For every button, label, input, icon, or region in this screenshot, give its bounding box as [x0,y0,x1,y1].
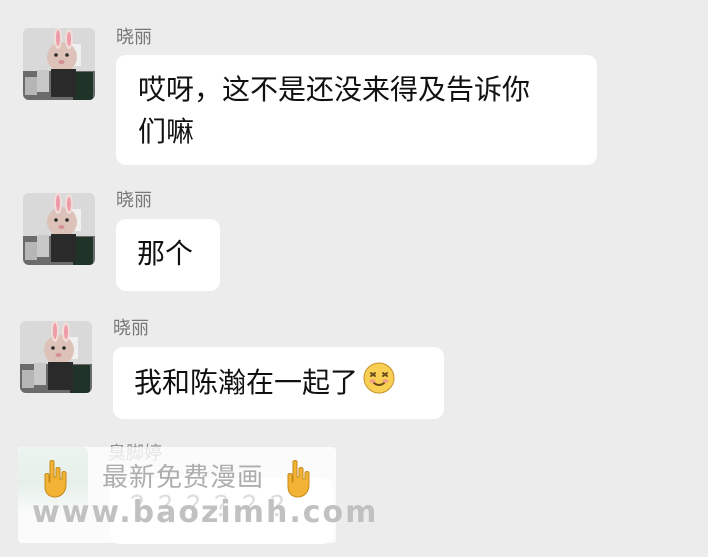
sender-name: 晓丽 [113,318,149,339]
chat-window: 晓丽 哎呀，这不是还没来得及告诉你 们嘛 晓丽 那个 晓丽 我和陈瀚在一起了 最… [0,0,708,557]
message-text: 我和陈瀚在一起了 [134,366,359,399]
message-bubble[interactable]: 那个 [116,219,220,291]
avatar[interactable] [23,28,95,100]
message-text-line: 们嘛 [138,115,195,148]
message-text-line: 那个 [137,237,194,270]
message-text-line: 哎呀，这不是还没来得及告诉你 [138,73,531,106]
message-bubble[interactable]: 我和陈瀚在一起了 [113,347,444,419]
watermark: 最新免费漫画 www.baozimh.com [18,447,376,543]
embarrassed-face-icon [362,361,396,407]
pointing-down-hand-icon [281,459,311,499]
watermark-url: www.baozimh.com [32,495,379,530]
message-bubble[interactable]: 哎呀，这不是还没来得及告诉你 们嘛 [116,55,597,165]
avatar[interactable] [20,321,92,393]
sender-name: 晓丽 [116,27,152,48]
sender-name: 晓丽 [116,190,152,211]
pointing-down-hand-icon [38,459,68,499]
avatar[interactable] [23,193,95,265]
watermark-title: 最新免费漫画 [102,463,265,493]
